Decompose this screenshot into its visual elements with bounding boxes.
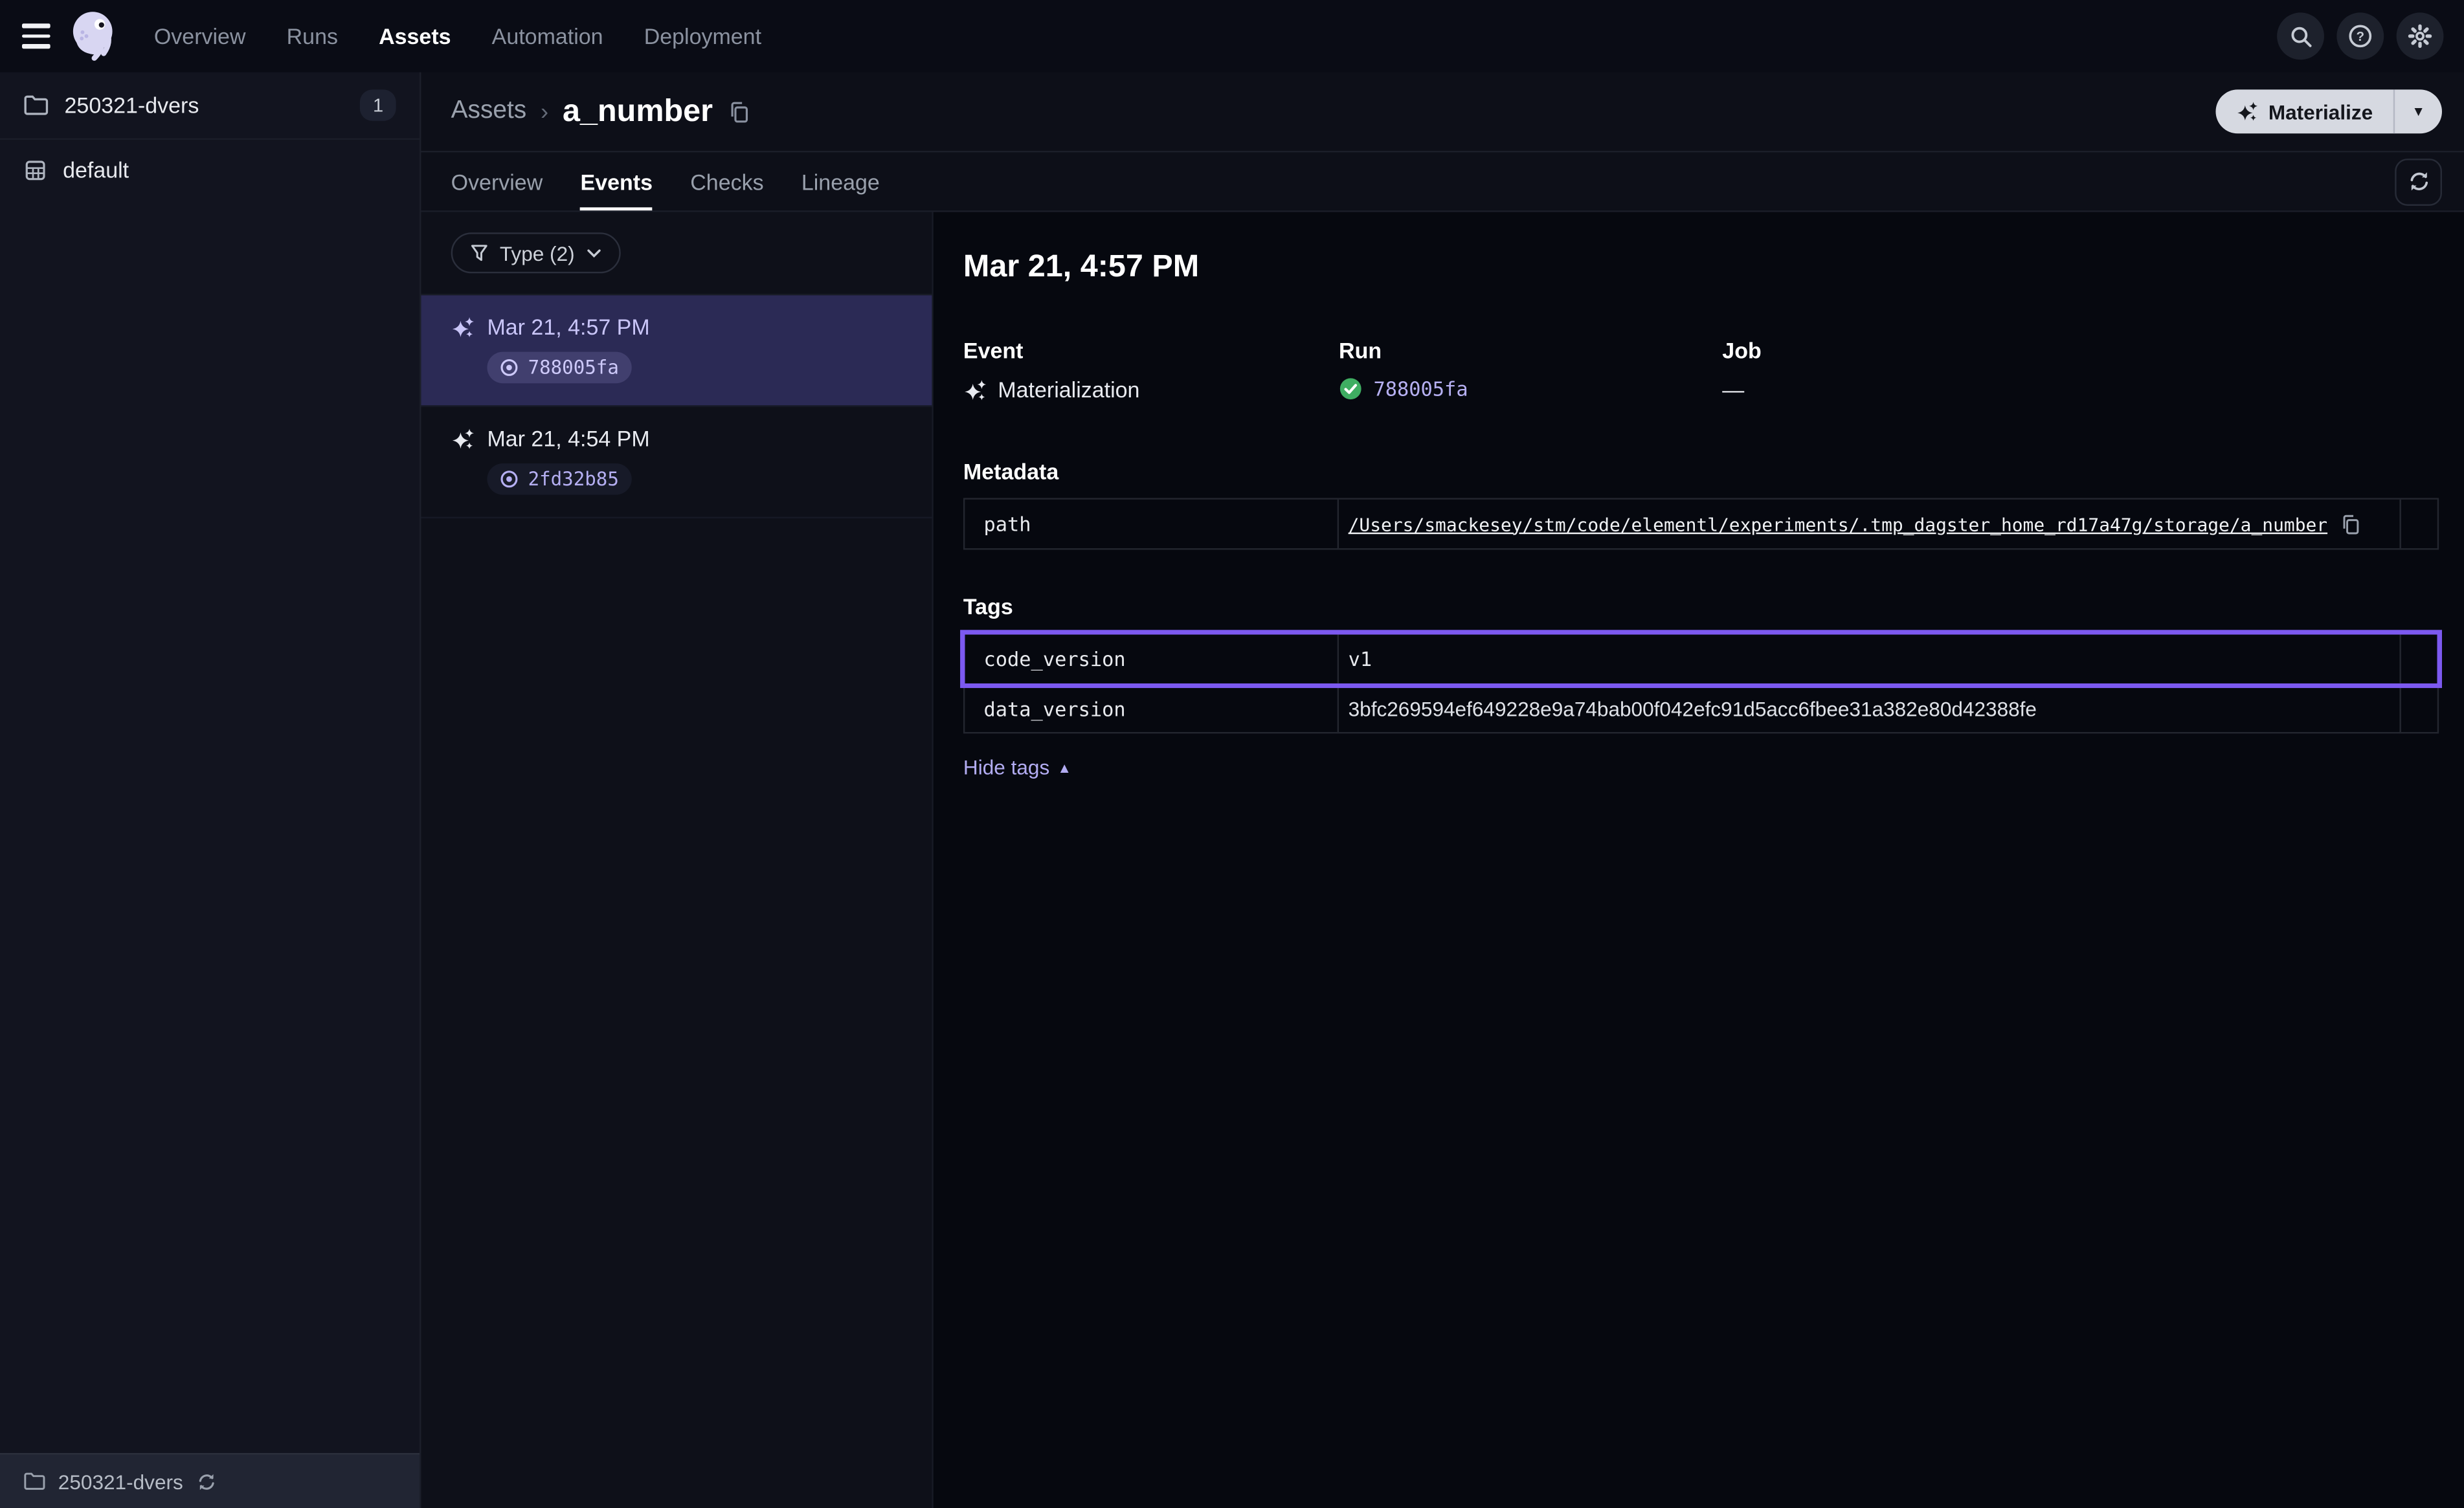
asset-group-label: default xyxy=(63,157,396,183)
help-button[interactable]: ? xyxy=(2336,12,2384,60)
materialize-dropdown-button[interactable]: ▾ xyxy=(2395,89,2442,133)
event-list-item-454pm[interactable]: Mar 21, 4:54 PM 2fd32b85 xyxy=(421,407,932,518)
refresh-icon xyxy=(2406,170,2430,193)
sidebar-footer-code-location[interactable]: 250321-dvers xyxy=(0,1453,420,1508)
run-column-label: Run xyxy=(1339,338,1722,363)
tag-row-code-version: code_version v1 xyxy=(965,635,2437,683)
code-location-label: 250321-dvers xyxy=(65,93,345,118)
type-filter-dropdown[interactable]: Type (2) xyxy=(451,232,620,273)
top-nav: Overview Runs Assets Automation Deployme… xyxy=(0,0,2464,72)
run-target-icon xyxy=(500,470,519,489)
svg-text:?: ? xyxy=(2356,29,2364,44)
sparkle-icon xyxy=(2235,100,2257,122)
top-right-actions: ? xyxy=(2277,12,2443,60)
filter-icon xyxy=(470,243,489,262)
job-value: — xyxy=(1722,377,1744,402)
materialize-button[interactable]: Materialize xyxy=(2215,89,2393,133)
nav-overview[interactable]: Overview xyxy=(154,23,246,49)
tag-value: 3bfc269594ef649228e9a74bab00f042efc91d5a… xyxy=(1349,696,2037,720)
search-button[interactable] xyxy=(2277,12,2324,60)
event-timestamp: Mar 21, 4:57 PM xyxy=(487,314,649,339)
copy-icon xyxy=(727,100,750,123)
type-filter-label: Type (2) xyxy=(500,241,575,265)
materialize-split-button: Materialize ▾ xyxy=(2215,89,2442,133)
folder-icon xyxy=(23,1472,45,1491)
materialization-sparkle-icon xyxy=(451,427,475,450)
run-id-badge: 2fd32b85 xyxy=(487,463,631,495)
materialization-sparkle-icon xyxy=(451,315,475,338)
run-id-link[interactable]: 788005fa xyxy=(1373,377,1468,400)
copy-path-button[interactable] xyxy=(2340,513,2362,535)
sidebar-item-code-location[interactable]: 250321-dvers 1 xyxy=(0,72,420,139)
tag-row-data-version: data_version 3bfc269594ef649228e9a74bab0… xyxy=(965,683,2437,732)
hide-tags-toggle[interactable]: Hide tags ▲ xyxy=(963,755,1071,779)
copy-icon xyxy=(2340,513,2362,535)
run-id-badge: 788005fa xyxy=(487,352,631,384)
tags-table: code_version v1 data_version 3bfc269594e… xyxy=(963,633,2439,733)
search-icon xyxy=(2289,25,2312,48)
run-success-icon xyxy=(1339,377,1362,400)
metadata-section-heading: Metadata xyxy=(963,459,2439,484)
asset-group-icon xyxy=(23,158,47,181)
event-list-item-457pm[interactable]: Mar 21, 4:57 PM 788005fa xyxy=(421,295,932,406)
metadata-row-path: path /Users/smackesey/stm/code/elementl/… xyxy=(965,500,2437,548)
events-list-panel: Type (2) xyxy=(421,212,934,1508)
tab-checks[interactable]: Checks xyxy=(690,152,763,210)
main-area: Assets › a_number xyxy=(421,72,2464,1508)
materialize-label: Materialize xyxy=(2268,100,2373,123)
page-title: a_number xyxy=(563,93,713,129)
metadata-key: path xyxy=(965,500,1339,548)
help-icon: ? xyxy=(2347,23,2373,49)
asset-tabs-row: Overview Events Checks Lineage xyxy=(421,152,2464,210)
tag-value: v1 xyxy=(1349,647,1372,671)
run-id: 2fd32b85 xyxy=(528,468,619,490)
run-id: 788005fa xyxy=(528,357,619,379)
event-type-value: Materialization xyxy=(998,377,1139,402)
asset-count-badge: 1 xyxy=(361,89,396,121)
chevron-down-icon xyxy=(586,247,601,258)
breadcrumb-assets-link[interactable]: Assets xyxy=(451,97,527,126)
reload-icon[interactable] xyxy=(196,1471,216,1492)
nav-runs[interactable]: Runs xyxy=(287,23,338,49)
chevron-up-icon: ▲ xyxy=(1057,759,1071,775)
event-detail-panel: Mar 21, 4:57 PM Event Materialization xyxy=(934,212,2464,1508)
tab-overview[interactable]: Overview xyxy=(451,152,543,210)
nav-deployment[interactable]: Deployment xyxy=(644,23,761,49)
folder-icon xyxy=(23,94,49,116)
footer-location-label: 250321-dvers xyxy=(58,1470,183,1493)
gear-icon xyxy=(2408,23,2433,49)
page-header: Assets › a_number xyxy=(421,72,2464,151)
sidebar-item-default-group[interactable]: default xyxy=(0,140,420,199)
sidebar: 250321-dvers 1 default 250321-dv xyxy=(0,72,421,1508)
tags-section-heading: Tags xyxy=(963,593,2439,619)
event-column-label: Event xyxy=(963,338,1339,363)
materialization-sparkle-icon xyxy=(963,378,987,401)
run-target-icon xyxy=(500,358,519,377)
metadata-path-link[interactable]: /Users/smackesey/stm/code/elementl/exper… xyxy=(1349,513,2328,535)
main-nav-links: Overview Runs Assets Automation Deployme… xyxy=(154,23,761,49)
dagster-logo[interactable] xyxy=(63,5,126,67)
event-timestamp: Mar 21, 4:54 PM xyxy=(487,426,649,451)
event-summary-row: Event Materialization R xyxy=(963,338,2439,403)
settings-button[interactable] xyxy=(2397,12,2444,60)
breadcrumb-separator: › xyxy=(541,98,548,125)
job-column-label: Job xyxy=(1722,338,2439,363)
refresh-button[interactable] xyxy=(2395,158,2442,205)
tab-lineage[interactable]: Lineage xyxy=(801,152,880,210)
hamburger-menu-icon[interactable] xyxy=(0,0,50,72)
tag-key: code_version xyxy=(965,635,1339,683)
tab-events[interactable]: Events xyxy=(581,152,653,210)
copy-asset-name-button[interactable] xyxy=(727,100,750,123)
hide-tags-label: Hide tags xyxy=(963,755,1049,779)
metadata-table: path /Users/smackesey/stm/code/elementl/… xyxy=(963,498,2439,549)
event-detail-heading: Mar 21, 4:57 PM xyxy=(963,250,2439,286)
dagster-app: Overview Runs Assets Automation Deployme… xyxy=(0,0,2464,1508)
tag-key: data_version xyxy=(965,685,1339,732)
nav-automation[interactable]: Automation xyxy=(492,23,603,49)
nav-assets[interactable]: Assets xyxy=(379,23,451,49)
